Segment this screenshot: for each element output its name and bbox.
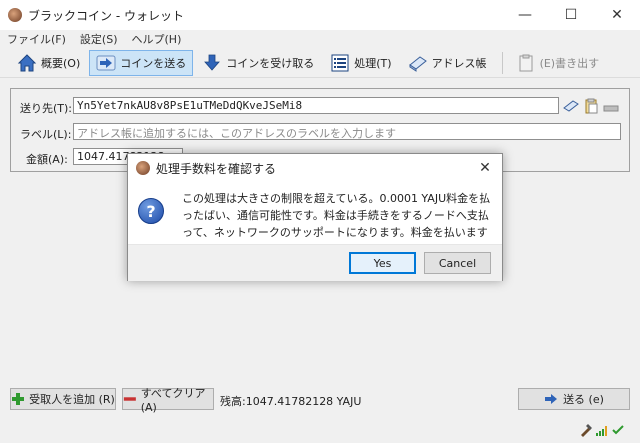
clear-all-button[interactable]: すべてクリア (A) [122, 387, 214, 414]
amount-label: 金額(A): [26, 153, 68, 166]
address-book-tab-label: アドレス帳 [431, 56, 487, 70]
address-book-tab[interactable]: アドレス帳 [401, 50, 494, 76]
dialog-close-button[interactable]: ✕ [476, 159, 494, 177]
export-button-label: (E)書き出す [539, 56, 600, 70]
maximize-button[interactable]: ☐ [548, 0, 594, 30]
window-title: ブラックコイン - ウォレット [28, 8, 184, 23]
yes-button[interactable]: Yes [349, 252, 416, 274]
pay-to-field[interactable]: Yn5Yet7nkAU8v8PsE1uTMeDdQKveJSeMi8 [73, 97, 559, 114]
send-arrow-icon [545, 394, 558, 404]
menu-help[interactable]: ヘルプ(H) [125, 31, 189, 47]
list-icon [330, 53, 350, 73]
arrow-down-icon [202, 53, 222, 73]
remove-recipient-icon[interactable] [603, 98, 619, 114]
label-field-label: ラベル(L): [20, 128, 72, 141]
connections-icon [596, 426, 607, 436]
minus-icon [123, 397, 136, 401]
dialog-app-icon [136, 161, 150, 175]
synced-check-icon [612, 425, 624, 435]
dialog-body: ? この処理は大きさの制限を超えている。0.0001 YAJU料金を払ったばい、… [128, 182, 502, 256]
pay-to-label: 送り先(T): [20, 102, 73, 115]
window-controls: — ☐ ✕ [502, 0, 640, 30]
question-icon: ? [138, 198, 164, 224]
add-recipient-button[interactable]: 受取人を追加 (R) [10, 388, 116, 410]
dialog-title: 処理手数料を確認する [156, 161, 277, 176]
menu-file[interactable]: ファイル(F) [0, 31, 73, 47]
receive-coins-tab-label: コインを受け取る [226, 56, 315, 70]
label-field[interactable]: アドレス帳に追加するには、このアドレスのラベルを入力します [73, 123, 621, 140]
paste-icon[interactable] [583, 98, 599, 114]
minimize-button[interactable]: — [502, 0, 548, 30]
send-button[interactable]: 送る (e) [518, 388, 630, 410]
overview-tab-label: 概要(O) [41, 56, 81, 70]
status-bar [0, 416, 640, 443]
send-coins-tab[interactable]: コインを送る [89, 49, 194, 76]
overview-tab[interactable]: 概要(O) [10, 50, 87, 76]
receive-coins-tab[interactable]: コインを受け取る [195, 50, 321, 76]
blackcoin-app-icon [8, 8, 22, 22]
address-book-icon[interactable] [563, 98, 579, 114]
cancel-button[interactable]: Cancel [424, 252, 491, 274]
transactions-tab-label: 処理(T) [354, 56, 392, 70]
plus-icon [12, 393, 25, 405]
clear-all-label: すべてクリア (A) [140, 386, 206, 414]
clipboard-icon [516, 53, 536, 73]
menu-bar: ファイル(F) 設定(S) ヘルプ(H) [0, 30, 640, 48]
menu-settings[interactable]: 設定(S) [73, 31, 125, 47]
export-button[interactable]: (E)書き出す [509, 50, 607, 76]
send-coins-tab-label: コインを送る [120, 56, 187, 70]
transactions-tab[interactable]: 処理(T) [323, 50, 398, 76]
confirm-fee-dialog: 処理手数料を確認する ✕ ? この処理は大きさの制限を超えている。0.0001 … [127, 153, 503, 281]
dialog-title-bar: 処理手数料を確認する ✕ [128, 154, 502, 182]
bottom-bar: 受取人を追加 (R) すべてクリア (A) 残高:1047.41782128 Y… [0, 386, 640, 414]
title-bar: ブラックコイン - ウォレット — ☐ ✕ [0, 0, 640, 30]
arrow-right-icon [96, 53, 116, 73]
toolbar-separator [501, 51, 503, 74]
home-icon [17, 53, 37, 73]
staking-icon [581, 424, 592, 437]
send-button-label: 送る (e) [563, 393, 604, 406]
add-recipient-label: 受取人を追加 (R) [29, 393, 115, 406]
balance-label: 残高:1047.41782128 YAJU [220, 395, 362, 408]
toolbar: 概要(O) コインを送る コインを受け取る 処理(T) アドレス帳 (E)書き出… [0, 48, 640, 78]
close-button[interactable]: ✕ [594, 0, 640, 30]
dialog-footer: Yes Cancel [128, 244, 502, 281]
book-icon [408, 53, 428, 73]
